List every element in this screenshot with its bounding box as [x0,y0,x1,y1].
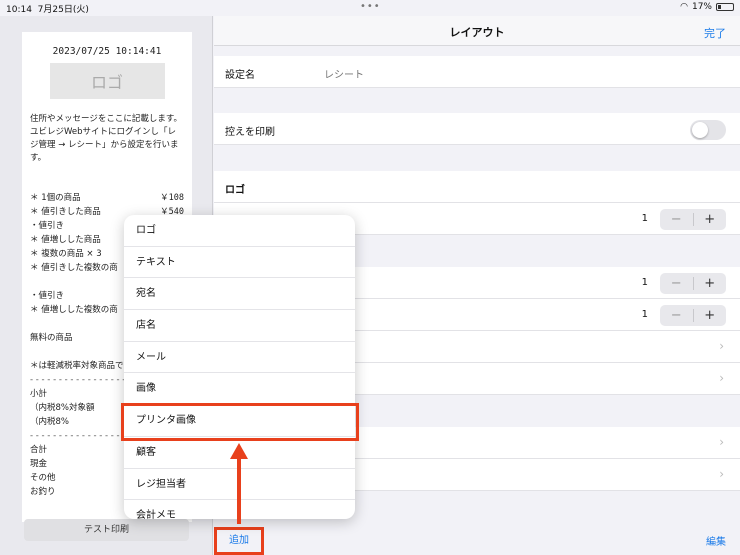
decrement-icon[interactable]: − [660,305,693,326]
quantity-stepper[interactable]: − + [660,305,726,326]
printer-image-highlight [121,403,359,441]
chevron-right-icon: › [719,467,724,481]
receipt-datetime: 2023/07/25 10:14:41 [52,46,162,57]
battery-icon [716,3,734,11]
receipt-line: ＊ 1個の商品 ￥108 [30,193,184,203]
nav-bar: レイアウト 完了 [214,16,740,46]
wifi-icon: ◠ [680,2,688,12]
increment-icon[interactable]: + [694,305,727,326]
logo-section-row: ロゴ [214,171,740,203]
decrement-icon[interactable]: − [660,273,693,294]
test-print-button[interactable]: テスト印刷 [24,519,189,541]
increment-icon[interactable]: + [694,273,727,294]
setting-name-row[interactable]: 設定名 レシート [214,56,740,88]
menu-item-logo[interactable]: ロゴ [124,215,355,247]
status-bar: 10:14 7月25日(火) ••• ◠ 17% [0,0,740,16]
chevron-right-icon: › [719,435,724,449]
done-button[interactable]: 完了 [704,25,726,41]
quantity-stepper[interactable]: − + [660,273,726,294]
multitask-dots-icon[interactable]: ••• [360,1,381,12]
increment-icon[interactable]: + [694,209,727,230]
menu-item-email[interactable]: メール [124,342,355,374]
print-copy-toggle[interactable] [690,120,726,140]
quantity-stepper[interactable]: − + [660,209,726,230]
menu-item-addressee[interactable]: 宛名 [124,278,355,311]
edit-button[interactable]: 編集 [706,533,726,548]
receipt-message: 住所やメッセージをここに記載します。 ユビレジWebサイトにログインし「レジ管理… [30,114,182,163]
decrement-icon[interactable]: − [660,209,693,230]
print-copy-row: 控えを印刷 [214,113,740,145]
annotation-arrow-head-icon [230,443,248,459]
page-title: レイアウト [449,26,505,39]
add-button[interactable]: 追加 [214,527,264,555]
bottom-toolbar: 追加 編集 [214,521,740,555]
annotation-arrow-line [237,458,241,524]
menu-item-text[interactable]: テキスト [124,247,355,279]
chevron-right-icon: › [719,339,724,353]
setting-name-input[interactable]: レシート [324,66,364,81]
chevron-right-icon: › [719,371,724,385]
battery-percent: 17% [691,2,712,12]
status-right: ◠ 17% [680,2,734,12]
receipt-logo-placeholder: ロゴ [49,63,165,99]
menu-item-store-name[interactable]: 店名 [124,310,355,342]
status-time: 10:14 7月25日(火) [6,5,89,15]
menu-item-image[interactable]: 画像 [124,373,355,406]
